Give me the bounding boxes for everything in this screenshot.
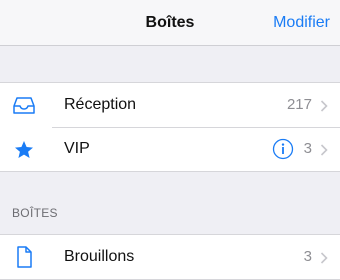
chevron-right-icon	[320, 143, 328, 156]
document-icon	[12, 246, 36, 268]
mailbox-label: VIP	[64, 140, 90, 157]
boxes-group: Brouillons 3	[0, 234, 340, 280]
inbox-tray-icon	[12, 94, 36, 116]
section-spacer	[0, 46, 340, 83]
mailbox-label: Brouillons	[64, 248, 135, 265]
info-icon[interactable]	[272, 138, 294, 160]
mailbox-row-inbox[interactable]: Réception 217	[0, 83, 340, 127]
mailbox-label: Réception	[64, 96, 137, 113]
mailbox-row-vip[interactable]: VIP 3	[0, 127, 340, 171]
mailboxes-group: Réception 217 VIP 3	[0, 82, 340, 172]
section-header: BOÎTES	[12, 206, 58, 220]
chevron-right-icon	[320, 99, 328, 112]
unread-count: 217	[286, 96, 312, 113]
edit-button[interactable]: Modifier	[273, 0, 330, 46]
navigation-bar: Boîtes Modifier	[0, 0, 340, 46]
item-count: 3	[303, 248, 312, 265]
star-icon	[12, 138, 36, 160]
mailbox-row-drafts[interactable]: Brouillons 3	[0, 235, 340, 279]
chevron-right-icon	[320, 251, 328, 264]
unread-count: 3	[303, 140, 312, 157]
